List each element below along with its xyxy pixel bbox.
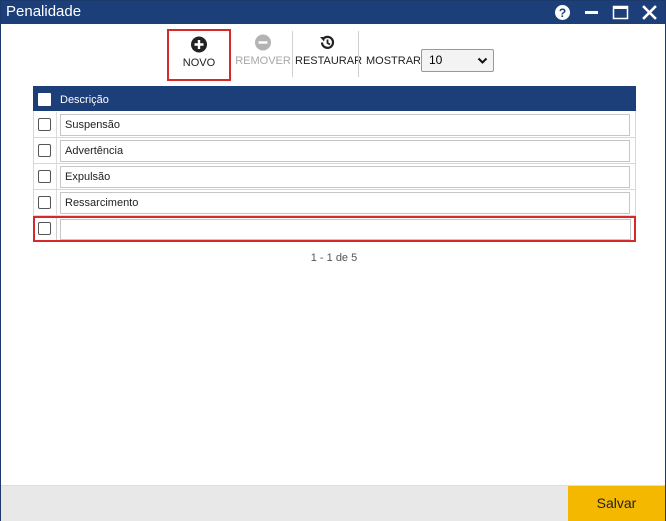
descricao-value: Ressarcimento [65,197,139,209]
table-row: Ressarcimento [33,190,636,216]
toolbar: NOVO REMOVER RESTAURAR MOSTRAR: 10 [1,29,665,81]
descricao-field[interactable]: Expulsão [60,166,630,188]
row-checkbox-cell [33,190,57,215]
page-size-value: 10 [429,53,443,67]
row-checkbox-cell [33,112,57,137]
page-size-select[interactable]: 10 [421,49,494,72]
table-row: Suspensão [33,112,636,138]
plus-circle-icon [191,36,207,53]
minimize-icon[interactable] [583,4,600,21]
row-checkbox[interactable] [38,196,51,209]
chevron-down-icon [477,57,488,64]
table-row: Advertência [33,138,636,164]
row-checkbox[interactable] [38,118,51,131]
novo-label: NOVO [182,57,216,69]
row-checkbox-cell [33,164,57,189]
remover-button[interactable]: REMOVER [234,29,292,77]
close-icon[interactable] [641,4,658,21]
history-icon [320,35,335,49]
table-row: Expulsão [33,164,636,190]
descricao-field[interactable]: Advertência [60,140,630,162]
footer-bar: Salvar [1,485,665,521]
window-title: Penalidade [6,3,82,20]
novo-button[interactable]: NOVO [167,29,231,81]
maximize-icon[interactable] [612,4,629,21]
descricao-value: Suspensão [65,119,121,131]
help-icon[interactable]: ? [554,4,571,21]
toolbar-divider [292,31,293,77]
new-row [33,216,636,242]
descricao-field[interactable]: Suspensão [60,114,630,136]
cell-divider [56,218,57,240]
row-checkbox[interactable] [38,222,51,235]
descricao-value: Advertência [65,145,124,157]
svg-text:?: ? [559,6,566,20]
column-header-descricao: Descrição [60,94,109,106]
descricao-field[interactable]: Ressarcimento [60,192,630,214]
title-bar: Penalidade ? [1,1,665,24]
grid-header: Descrição [33,86,636,111]
row-checkbox[interactable] [38,170,51,183]
remover-label: REMOVER [235,55,291,67]
save-button[interactable]: Salvar [568,486,665,521]
row-checkbox-cell [33,138,57,163]
penalidade-window: Penalidade ? NOVO REMOVER RESTAURAR MOST… [0,0,666,521]
select-all-checkbox[interactable] [38,93,51,106]
restaurar-button[interactable]: RESTAURAR [295,29,363,77]
pagination-info: 1 - 1 de 5 [310,252,358,264]
row-checkbox[interactable] [38,144,51,157]
mostrar-label: MOSTRAR: [366,55,425,67]
minus-circle-icon [255,34,271,51]
toolbar-divider [358,31,359,77]
descricao-value: Expulsão [65,171,111,183]
restaurar-label: RESTAURAR [295,55,363,67]
new-descricao-input[interactable] [60,219,631,240]
